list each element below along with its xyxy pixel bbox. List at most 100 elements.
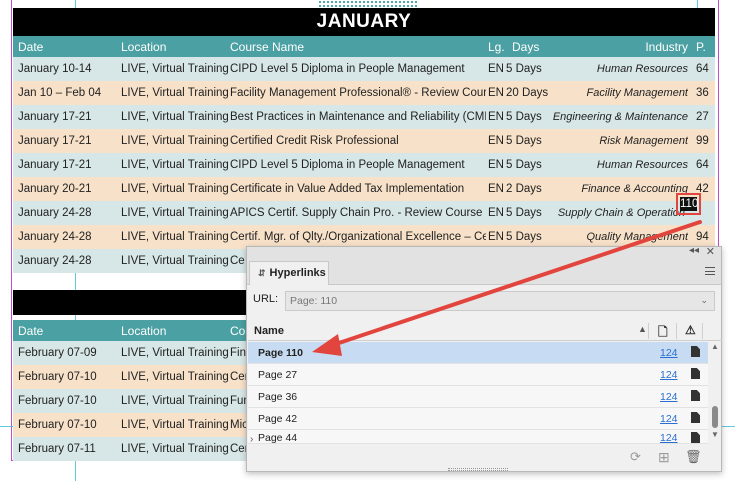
column-divider — [676, 323, 677, 339]
list-header: Name ▲ 🗋 ⚠ — [248, 321, 722, 341]
close-icon[interactable]: ✕ — [706, 245, 715, 258]
cell-location: LIVE, Virtual Training — [121, 371, 229, 383]
cell-date: February 07-09 — [18, 347, 97, 359]
table-header: Date Location Course Name Lg. Days Indus… — [13, 36, 715, 57]
cell-date: January 24-28 — [18, 207, 92, 219]
cell-industry: Human Resources — [596, 159, 688, 171]
hyperlink-list: Page 110 124 Page 27 124 Page 36 124 Pag… — [248, 342, 708, 444]
cell-page: 99 — [696, 135, 709, 147]
warning-icon[interactable]: ⚠ — [685, 323, 696, 337]
cell-course: CIPD Level 5 Diploma in People Managemen… — [230, 63, 465, 75]
table-row: Jan 10 – Feb 04 LIVE, Virtual Training F… — [13, 81, 715, 105]
cell-date: February 07-10 — [18, 419, 97, 431]
cell-page: 36 — [696, 87, 709, 99]
hyperlink-name: Page 27 — [258, 369, 298, 381]
trash-icon[interactable]: 🗑 — [685, 449, 702, 465]
new-hyperlink-icon[interactable]: ⊞ — [658, 449, 670, 466]
cell-course: Facility Management Professional® - Revi… — [230, 87, 486, 99]
cell-date: February 07-10 — [18, 395, 97, 407]
page-link[interactable]: 124 — [660, 413, 678, 425]
page-link[interactable]: 124 — [660, 347, 678, 359]
list-item[interactable]: › Page 44 124 — [248, 430, 708, 444]
cell-location: LIVE, Virtual Training — [121, 231, 229, 243]
cell-industry: Quality Management — [586, 231, 689, 243]
cell-location: LIVE, Virtual Training — [121, 207, 229, 219]
table-row: January 10-14 LIVE, Virtual Training CIP… — [13, 57, 715, 81]
selected-page-number[interactable]: 110 — [680, 197, 698, 211]
scroll-up-icon[interactable]: ▲ — [711, 342, 719, 351]
list-item[interactable]: Page 110 124 — [248, 342, 708, 364]
schedule-sheet: JANUARY Date Location Course Name Lg. Da… — [13, 8, 715, 273]
panel-titlebar[interactable]: ◂◂ ✕ — [247, 245, 721, 259]
cell-industry: Facility Management — [586, 87, 689, 99]
table-row: January 17-21 LIVE, Virtual Training Cer… — [13, 129, 715, 153]
selected-page-number-frame[interactable]: 110 — [676, 193, 701, 215]
cell-page: 64 — [696, 159, 709, 171]
cell-location: LIVE, Virtual Training — [121, 111, 229, 123]
refresh-icon[interactable]: ⟳ — [630, 449, 641, 465]
cell-location: LIVE, Virtual Training — [121, 255, 229, 267]
column-divider — [648, 323, 649, 339]
page-link[interactable]: 124 — [660, 391, 678, 403]
table-row: January 17-21 LIVE, Virtual Training CIP… — [13, 153, 715, 177]
hyperlink-name: Page 110 — [258, 347, 303, 359]
tab-hyperlinks[interactable]: ⇵ Hyperlinks — [249, 261, 329, 285]
page-icon[interactable]: 🗋 — [658, 323, 668, 344]
cell-date: January 17-21 — [18, 159, 92, 171]
col-date: Date — [18, 324, 44, 338]
panel-menu-icon[interactable] — [705, 267, 715, 275]
cell-location: LIVE, Virtual Training — [121, 135, 229, 147]
document-icon — [691, 432, 700, 443]
chevron-down-icon[interactable]: ⌄ — [700, 295, 708, 306]
month-title: JANUARY — [13, 8, 715, 36]
cell-date: January 17-21 — [18, 111, 92, 123]
cell-course: Best Practices in Maintenance and Reliab… — [230, 111, 486, 123]
list-scrollbar[interactable]: ▲ ▼ — [709, 342, 721, 442]
tab-toggle-icon[interactable]: ⇵ — [258, 268, 266, 278]
page-link[interactable]: 124 — [660, 432, 678, 443]
cell-date: January 24-28 — [18, 255, 92, 267]
scroll-down-icon[interactable]: ▼ — [711, 430, 719, 439]
name-header[interactable]: Name — [254, 325, 284, 337]
sort-arrow-icon[interactable]: ▲ — [638, 324, 647, 334]
column-divider — [702, 323, 703, 339]
cell-industry: Risk Management — [599, 135, 688, 147]
tab-label: Hyperlinks — [269, 267, 326, 279]
col-page: P. — [696, 40, 706, 54]
cell-industry: Human Resources — [596, 63, 688, 75]
page-link[interactable]: 124 — [660, 369, 678, 381]
frame-edge-left — [11, 0, 12, 460]
url-label: URL: — [253, 293, 279, 305]
document-icon — [691, 390, 700, 401]
cell-location: LIVE, Virtual Training — [121, 395, 229, 407]
url-field[interactable]: Page: 110 ⌄ — [285, 291, 715, 311]
list-item[interactable]: Page 42 124 — [248, 408, 708, 430]
cell-date: February 07-10 — [18, 371, 97, 383]
document-icon — [691, 412, 700, 423]
cell-industry: Supply Chain & Operation — [557, 207, 685, 219]
cell-page: 27 — [696, 111, 709, 123]
cell-location: LIVE, Virtual Training — [121, 63, 229, 75]
cell-industry: Finance & Accounting — [581, 183, 688, 195]
document-icon — [691, 368, 700, 379]
cell-date: February 07-11 — [18, 443, 96, 455]
cell-date: January 24-28 — [18, 231, 92, 243]
col-location: Location — [121, 40, 167, 54]
cell-page: 64 — [696, 63, 709, 75]
list-item[interactable]: Page 27 124 — [248, 364, 708, 386]
cell-location: LIVE, Virtual Training — [121, 443, 229, 455]
hyperlink-name: Page 36 — [258, 391, 298, 403]
cell-course: Certif. Mgr. of Qlty./Organizational Exc… — [230, 231, 486, 243]
col-date: Date — [18, 40, 44, 54]
col-lg: Lg. — [488, 40, 505, 54]
resize-grip[interactable] — [448, 468, 508, 471]
expand-arrow-icon[interactable]: › — [250, 434, 253, 443]
list-item[interactable]: Page 36 124 — [248, 386, 708, 408]
cell-course: CIPD Level 5 Diploma in People Managemen… — [230, 159, 465, 171]
table-row: January 20-21 LIVE, Virtual Training Cer… — [13, 177, 715, 201]
table-row: January 24-28 LIVE, Virtual Training API… — [13, 201, 715, 225]
panel-tabbar: ⇵ Hyperlinks — [247, 259, 721, 285]
cell-location: LIVE, Virtual Training — [121, 347, 229, 359]
collapse-icon[interactable]: ◂◂ — [689, 245, 699, 256]
scroll-thumb[interactable] — [712, 406, 718, 428]
